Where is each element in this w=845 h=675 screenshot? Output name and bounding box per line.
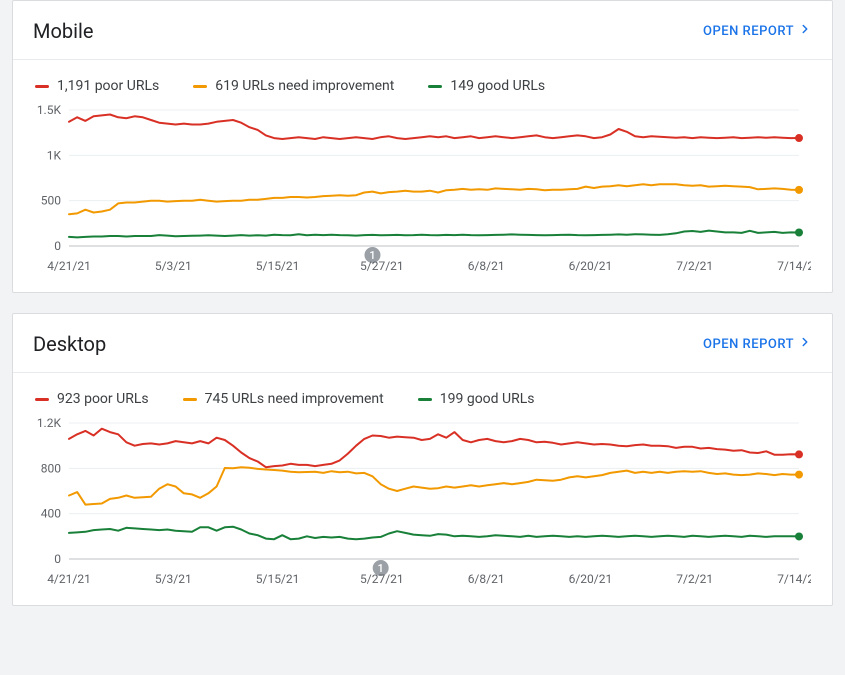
- svg-text:1K: 1K: [47, 148, 62, 162]
- desktop-open-report-button[interactable]: OPEN REPORT: [703, 335, 812, 353]
- legend-swatch-poor: [35, 398, 49, 401]
- svg-text:5/3/21: 5/3/21: [155, 572, 192, 586]
- desktop-series-need-endpoint: [795, 471, 803, 479]
- desktop-series-good-endpoint: [795, 532, 803, 540]
- svg-text:800: 800: [41, 461, 61, 475]
- svg-text:5/3/21: 5/3/21: [155, 259, 192, 273]
- mobile-chart-container: 05001K1.5K14/21/215/3/215/15/215/27/216/…: [13, 100, 832, 292]
- legend-swatch-need: [193, 85, 207, 88]
- desktop-legend-good: 199 good URLs: [418, 391, 535, 407]
- legend-label: 923 poor URLs: [57, 391, 149, 407]
- svg-text:5/27/21: 5/27/21: [360, 259, 404, 273]
- mobile-legend-poor: 1,191 poor URLs: [35, 78, 159, 94]
- mobile-card: Mobile OPEN REPORT 1,191 poor URLs 619 URLs…: [12, 0, 833, 293]
- legend-label: 1,191 poor URLs: [57, 78, 159, 94]
- svg-text:1.2K: 1.2K: [37, 417, 62, 430]
- legend-swatch-good: [428, 85, 442, 88]
- svg-text:4/21/21: 4/21/21: [47, 259, 91, 273]
- desktop-series-poor-endpoint: [795, 450, 803, 458]
- mobile-title: Mobile: [33, 19, 93, 43]
- chevron-right-icon: [794, 22, 812, 40]
- mobile-legend-need: 619 URLs need improvement: [193, 78, 394, 94]
- legend-label: 619 URLs need improvement: [215, 78, 394, 94]
- open-report-label: OPEN REPORT: [703, 24, 794, 39]
- svg-text:7/2/21: 7/2/21: [676, 572, 713, 586]
- legend-label: 199 good URLs: [440, 391, 535, 407]
- mobile-series-need-endpoint: [795, 186, 803, 194]
- svg-text:6/20/21: 6/20/21: [569, 572, 613, 586]
- svg-text:4/21/21: 4/21/21: [47, 572, 91, 586]
- desktop-legend-poor: 923 poor URLs: [35, 391, 149, 407]
- desktop-chart: 04008001.2K14/21/215/3/215/15/215/27/216…: [31, 417, 811, 587]
- desktop-card: Desktop OPEN REPORT 923 poor URLs 745 URLs …: [12, 313, 833, 606]
- svg-text:400: 400: [41, 507, 61, 521]
- desktop-series-need: [69, 467, 799, 504]
- svg-text:7/14/21: 7/14/21: [777, 572, 811, 586]
- mobile-series-poor-endpoint: [795, 134, 803, 142]
- svg-text:5/27/21: 5/27/21: [360, 572, 404, 586]
- legend-label: 149 good URLs: [450, 78, 545, 94]
- legend-label: 745 URLs need improvement: [205, 391, 384, 407]
- svg-text:1.5K: 1.5K: [37, 104, 62, 117]
- desktop-legend-need: 745 URLs need improvement: [183, 391, 384, 407]
- mobile-chart: 05001K1.5K14/21/215/3/215/15/215/27/216/…: [31, 104, 811, 274]
- svg-text:5/15/21: 5/15/21: [256, 259, 300, 273]
- desktop-series-poor: [69, 429, 799, 468]
- desktop-legend: 923 poor URLs 745 URLs need improvement 19…: [13, 373, 832, 413]
- mobile-series-good: [69, 231, 799, 238]
- chevron-right-icon: [794, 335, 812, 353]
- svg-text:7/2/21: 7/2/21: [676, 259, 713, 273]
- desktop-chart-container: 04008001.2K14/21/215/3/215/15/215/27/216…: [13, 413, 832, 605]
- svg-text:5/15/21: 5/15/21: [256, 572, 300, 586]
- svg-text:0: 0: [54, 552, 61, 566]
- mobile-card-header: Mobile OPEN REPORT: [13, 1, 832, 59]
- svg-text:6/20/21: 6/20/21: [569, 259, 613, 273]
- desktop-series-good: [69, 527, 799, 540]
- legend-swatch-poor: [35, 85, 49, 88]
- mobile-open-report-button[interactable]: OPEN REPORT: [703, 22, 812, 40]
- svg-text:6/8/21: 6/8/21: [468, 259, 505, 273]
- mobile-legend: 1,191 poor URLs 619 URLs need improvement…: [13, 60, 832, 100]
- mobile-series-good-endpoint: [795, 228, 803, 236]
- svg-text:7/14/21: 7/14/21: [777, 259, 811, 273]
- svg-text:0: 0: [54, 239, 61, 253]
- legend-swatch-need: [183, 398, 197, 401]
- legend-swatch-good: [418, 398, 432, 401]
- mobile-series-need: [69, 184, 799, 214]
- mobile-series-poor: [69, 115, 799, 140]
- svg-text:6/8/21: 6/8/21: [468, 572, 505, 586]
- desktop-title: Desktop: [33, 332, 106, 356]
- mobile-legend-good: 149 good URLs: [428, 78, 545, 94]
- open-report-label: OPEN REPORT: [703, 337, 794, 352]
- desktop-card-header: Desktop OPEN REPORT: [13, 314, 832, 372]
- svg-text:500: 500: [41, 194, 61, 208]
